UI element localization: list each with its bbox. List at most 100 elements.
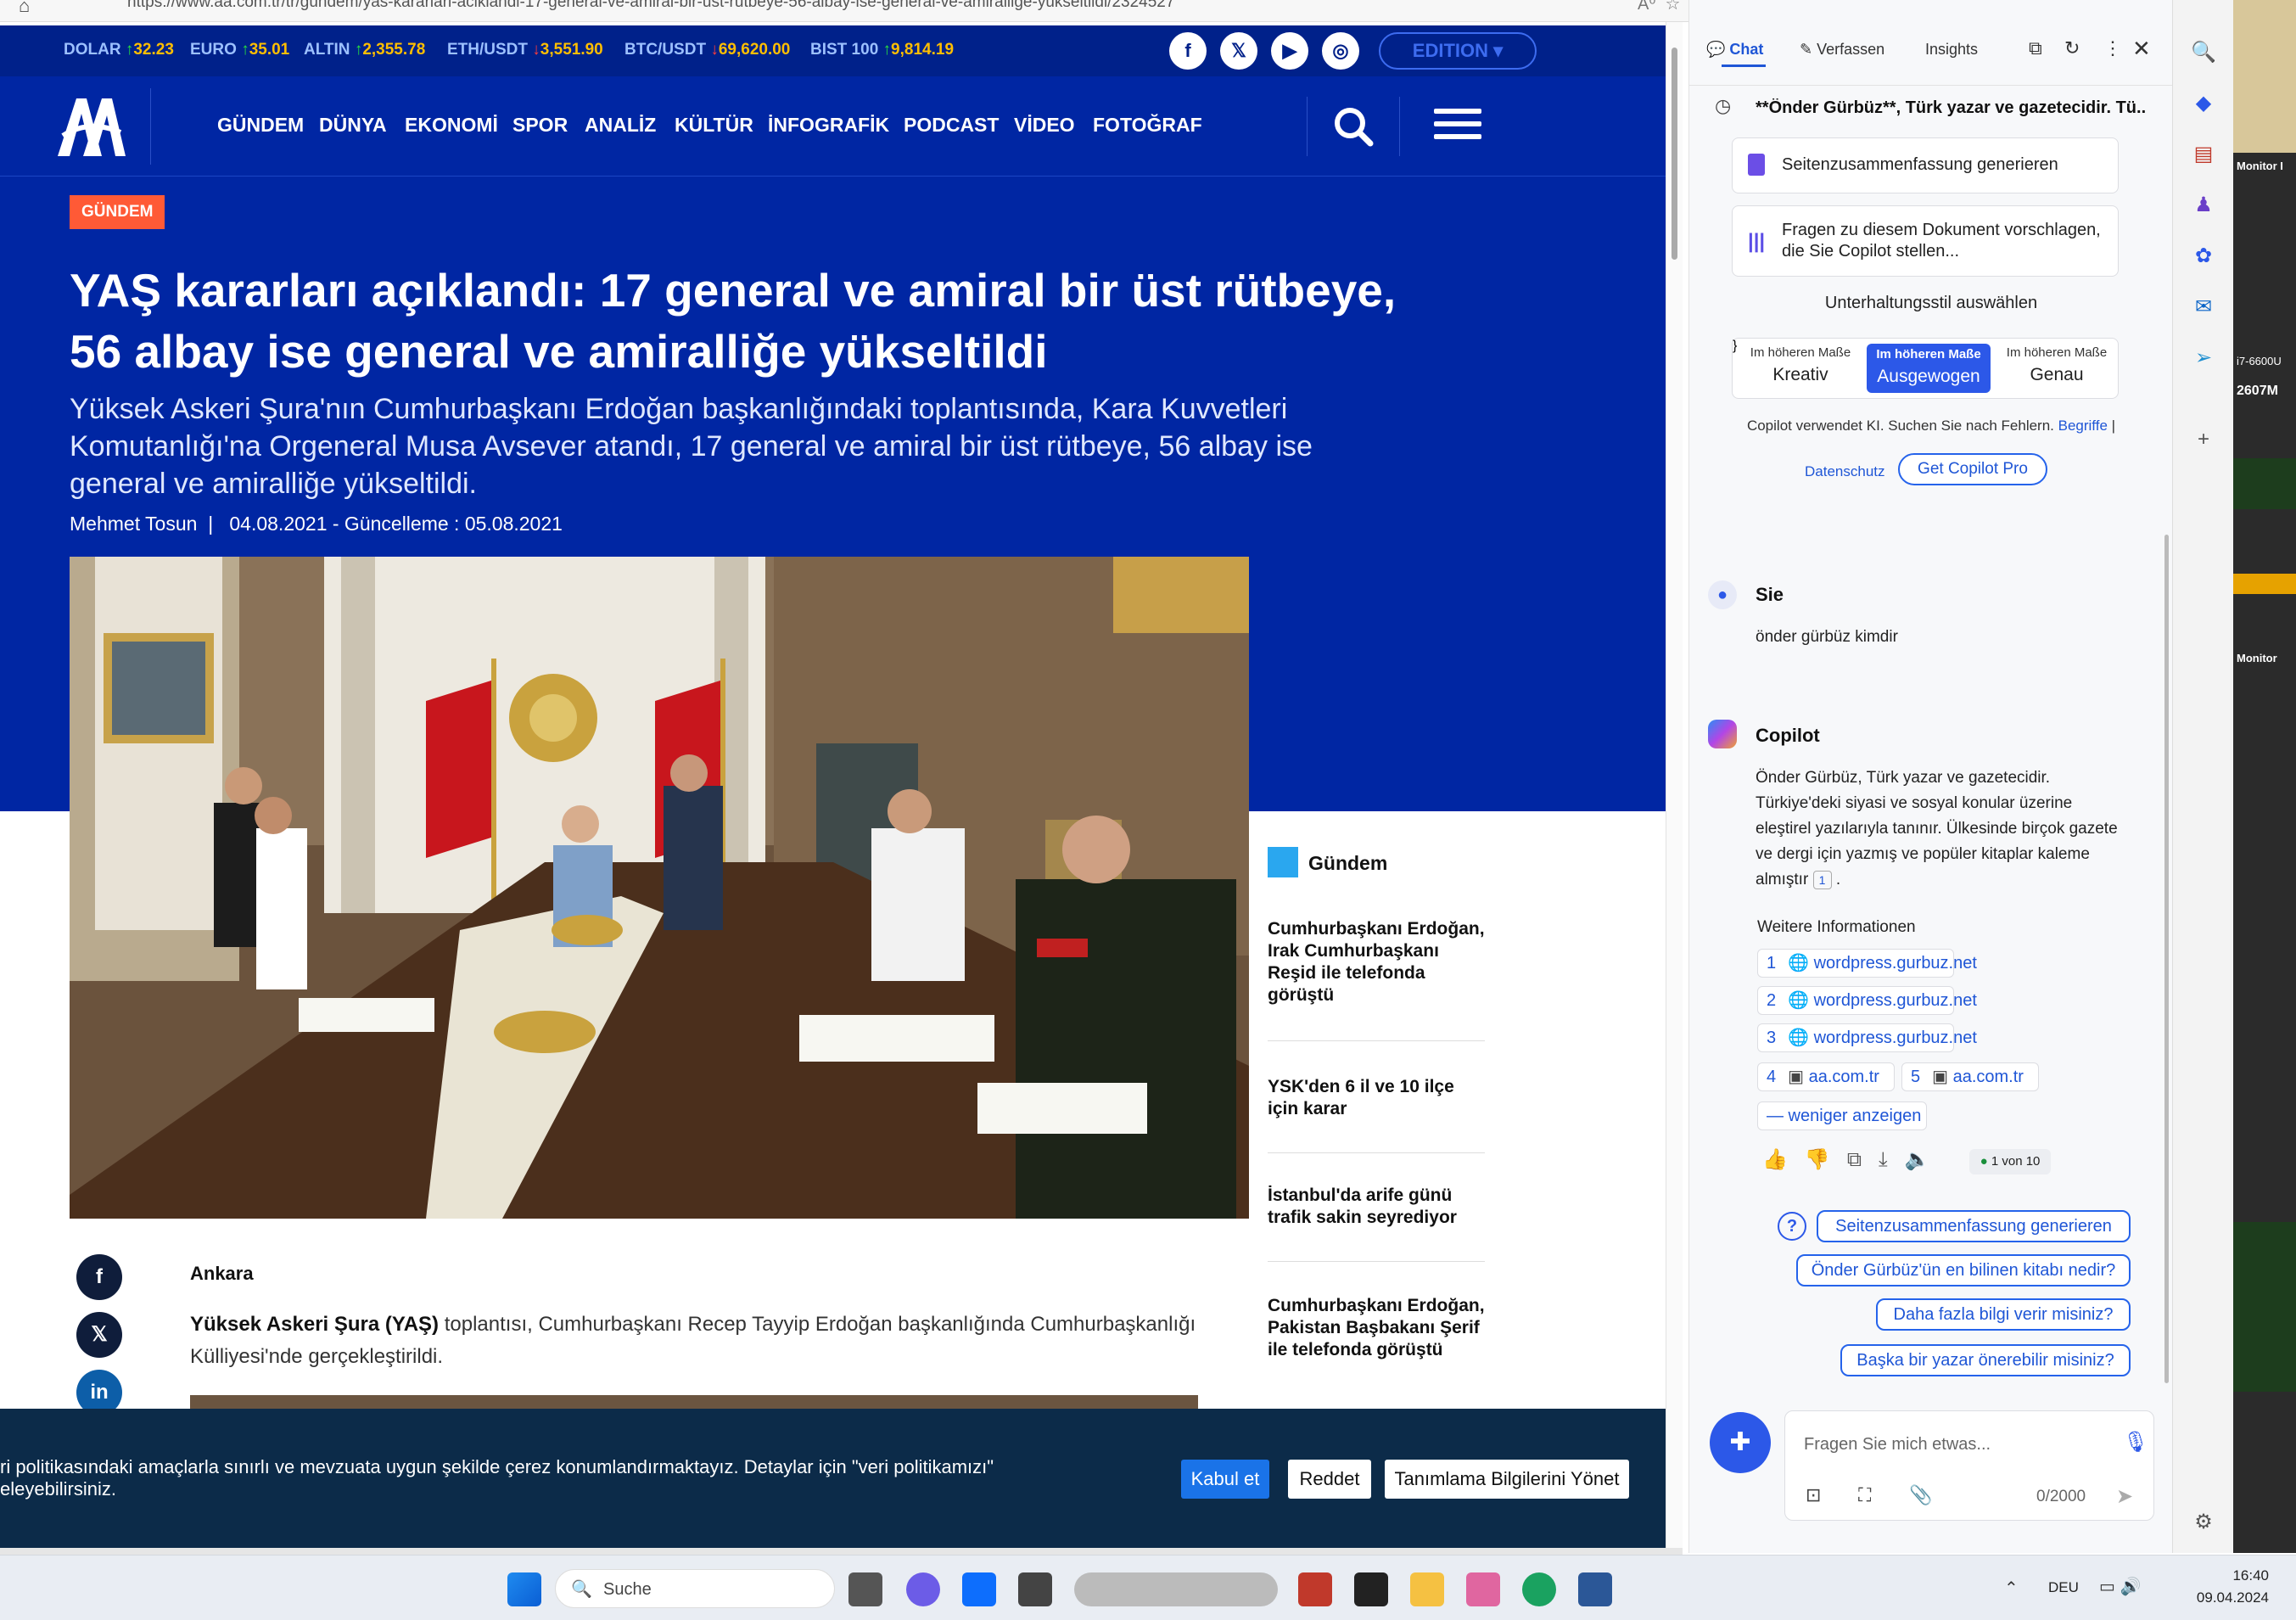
history-icon[interactable]: ◷ <box>1715 95 1731 117</box>
teams-icon[interactable] <box>906 1572 940 1606</box>
edge-icon[interactable] <box>1522 1572 1556 1606</box>
send-icon[interactable]: ➤ <box>2116 1484 2133 1509</box>
show-less-button[interactable]: — weniger anzeigen <box>1757 1101 1927 1130</box>
new-topic-button[interactable]: ✚ <box>1710 1412 1771 1473</box>
taskbar-search[interactable]: 🔍 Suche <box>555 1569 835 1608</box>
x-icon[interactable]: 𝕏 <box>1220 32 1257 70</box>
sidebar-news-item[interactable]: YSK'den 6 il ve 10 ilçe için karar <box>1268 1076 1485 1137</box>
settings-icon[interactable]: ⚙ <box>2188 1507 2219 1538</box>
nav-kultur[interactable]: KÜLTÜR <box>675 114 753 137</box>
reference-link[interactable]: 4 ▣ aa.com.tr <box>1757 1062 1895 1091</box>
nav-infografik[interactable]: İNFOGRAFİK <box>768 114 889 137</box>
category-badge[interactable]: GÜNDEM <box>70 195 165 229</box>
nav-dunya[interactable]: DÜNYA <box>319 114 387 137</box>
store-icon[interactable] <box>962 1572 996 1606</box>
accept-cookies-button[interactable]: Kabul et <box>1181 1460 1269 1499</box>
terminal-icon[interactable] <box>1354 1572 1388 1606</box>
facebook-icon[interactable]: f <box>1169 32 1207 70</box>
open-external-icon[interactable]: ⧉ <box>2029 37 2042 59</box>
chat-scrollbar[interactable] <box>2164 535 2169 1383</box>
close-icon[interactable]: ✕ <box>2132 36 2151 62</box>
chat-input[interactable]: Fragen Sie mich etwas... <box>1804 1435 1991 1455</box>
file-explorer-icon[interactable] <box>1410 1572 1444 1606</box>
tab-insights[interactable]: Insights <box>1925 41 1978 59</box>
more-options-icon[interactable]: ⋮ <box>2103 37 2122 59</box>
thumbs-down-icon[interactable]: 👎 <box>1805 1148 1830 1171</box>
game-icon[interactable]: ♟ <box>2188 190 2219 221</box>
search-icon[interactable]: 🔍 <box>2188 37 2219 68</box>
filezilla-icon[interactable] <box>1298 1572 1332 1606</box>
reference-link[interactable]: 1 🌐 wordpress.gurbuz.net <box>1757 949 1977 978</box>
citation-badge[interactable]: 1 <box>1812 871 1832 889</box>
nav-video[interactable]: VİDEO <box>1014 114 1075 137</box>
youtube-icon[interactable]: ▶ <box>1271 32 1308 70</box>
tab-chat[interactable]: 💬 Chat <box>1706 41 1763 59</box>
suggestion-chip[interactable]: Önder Gürbüz'ün en bilinen kitabı nedir? <box>1796 1254 2131 1286</box>
nav-podcast[interactable]: PODCAST <box>904 114 999 137</box>
suggest-questions-card[interactable]: ||| Fragen zu diesem Dokument vorschlage… <box>1732 205 2119 277</box>
suggestion-chip[interactable]: Seitenzusammenfassung generieren <box>1817 1210 2131 1242</box>
aa-logo[interactable] <box>51 88 151 165</box>
share-facebook-icon[interactable]: f <box>76 1254 122 1300</box>
copy-icon[interactable]: ⧉ <box>1847 1148 1862 1171</box>
nav-fotograf[interactable]: FOTOĞRAF <box>1093 114 1202 137</box>
task-view-icon[interactable] <box>848 1572 882 1606</box>
screenshot-icon[interactable]: ⛶ <box>1858 1484 1871 1506</box>
search-icon[interactable] <box>1307 97 1400 156</box>
share-x-icon[interactable]: 𝕏 <box>76 1312 122 1358</box>
start-icon[interactable] <box>507 1572 541 1606</box>
thread-title[interactable]: **Önder Gürbüz**, Türk yazar ve gazeteci… <box>1756 98 2146 118</box>
nav-gundem[interactable]: GÜNDEM <box>217 114 304 137</box>
get-copilot-pro-button[interactable]: Get Copilot Pro <box>1898 453 2047 485</box>
reference-link[interactable]: 3 🌐 wordpress.gurbuz.net <box>1757 1023 1977 1052</box>
snipping-tool-icon[interactable] <box>1466 1572 1500 1606</box>
speaker-icon[interactable]: 🔈 <box>1905 1148 1930 1171</box>
nav-spor[interactable]: SPOR <box>512 114 568 137</box>
outlook-icon[interactable]: ✉ <box>2188 292 2219 322</box>
sidebar-news-item[interactable]: Cumhurbaşkanı Erdoğan, Irak Cumhurbaşkan… <box>1268 918 1485 1023</box>
style-genau[interactable]: Im höheren Maße Genau <box>1997 345 2116 385</box>
author[interactable]: Mehmet Tosun <box>70 513 197 535</box>
add-icon[interactable]: + <box>2188 424 2219 455</box>
summary-card[interactable]: Seitenzusammenfassung generieren <box>1732 137 2119 193</box>
home-icon[interactable]: ⌂ <box>19 0 30 17</box>
briefcase-icon[interactable]: ▤ <box>2188 139 2219 170</box>
language-indicator[interactable]: DEU <box>2048 1579 2079 1596</box>
url-text[interactable]: https://www.aa.com.tr/tr/gundem/yas-kara… <box>127 0 1174 12</box>
chat-input-box[interactable]: Fragen Sie mich etwas... 🎙 ⊡ ⛶ 📎 0/2000 … <box>1784 1410 2154 1521</box>
suggestion-chip[interactable]: Başka bir yazar önerebilir misiniz? <box>1840 1344 2131 1376</box>
horizontal-scrollbar[interactable] <box>0 1548 1683 1555</box>
image-input-icon[interactable]: ⊡ <box>1806 1484 1821 1506</box>
pinned-apps-blurred[interactable] <box>1074 1572 1278 1606</box>
instagram-icon[interactable]: ◎ <box>1322 32 1359 70</box>
tag-icon[interactable]: ◆ <box>2188 88 2219 119</box>
help-icon[interactable]: ? <box>1778 1212 1806 1241</box>
style-ausgewogen[interactable]: Im höheren Maße Ausgewogen <box>1867 344 1991 393</box>
reference-link[interactable]: 2 🌐 wordpress.gurbuz.net <box>1757 986 1977 1015</box>
m365-icon[interactable]: ✿ <box>2188 241 2219 272</box>
privacy-link[interactable]: Datenschutz <box>1805 463 1885 480</box>
edition-dropdown[interactable]: EDITION ▾ <box>1379 32 1537 70</box>
suggestion-chip[interactable]: Daha fazla bilgi verir misiniz? <box>1876 1298 2131 1331</box>
network-volume-icons[interactable]: ▭ 🔊 <box>2099 1576 2141 1597</box>
sidebar-news-item[interactable]: Cumhurbaşkanı Erdoğan, Pakistan Başbakan… <box>1268 1295 1485 1378</box>
clock-time[interactable]: 16:40 <box>2198 1567 2269 1584</box>
reject-cookies-button[interactable]: Reddet <box>1288 1460 1371 1499</box>
send-icon[interactable]: ➢ <box>2188 343 2219 373</box>
reference-link[interactable]: 5 ▣ aa.com.tr <box>1901 1062 2039 1091</box>
thumbs-up-icon[interactable]: 👍 <box>1762 1148 1788 1171</box>
sidebar-news-item[interactable]: İstanbul'da arife günü trafik sakin seyr… <box>1268 1185 1485 1246</box>
hamburger-menu-icon[interactable] <box>1434 109 1481 144</box>
style-kreativ[interactable]: Im höheren Maße Kreativ <box>1741 345 1860 385</box>
microphone-icon[interactable]: 🎙 <box>2123 1430 2148 1455</box>
refresh-icon[interactable]: ↻ <box>2064 37 2080 59</box>
address-bar[interactable]: ⌂ https://www.aa.com.tr/tr/gundem/yas-ka… <box>0 0 1728 22</box>
terms-link[interactable]: Begriffe <box>2058 418 2108 434</box>
word-icon[interactable] <box>1578 1572 1612 1606</box>
manage-cookies-button[interactable]: Tanımlama Bilgilerini Yönet <box>1385 1460 1629 1499</box>
download-icon[interactable]: ⤓ <box>1879 1148 1888 1171</box>
attach-icon[interactable]: 📎 <box>1909 1484 1932 1506</box>
app-icon[interactable] <box>1018 1572 1052 1606</box>
nav-analiz[interactable]: ANALİZ <box>585 114 656 137</box>
tab-verfassen[interactable]: ✎ Verfassen <box>1800 41 1884 59</box>
